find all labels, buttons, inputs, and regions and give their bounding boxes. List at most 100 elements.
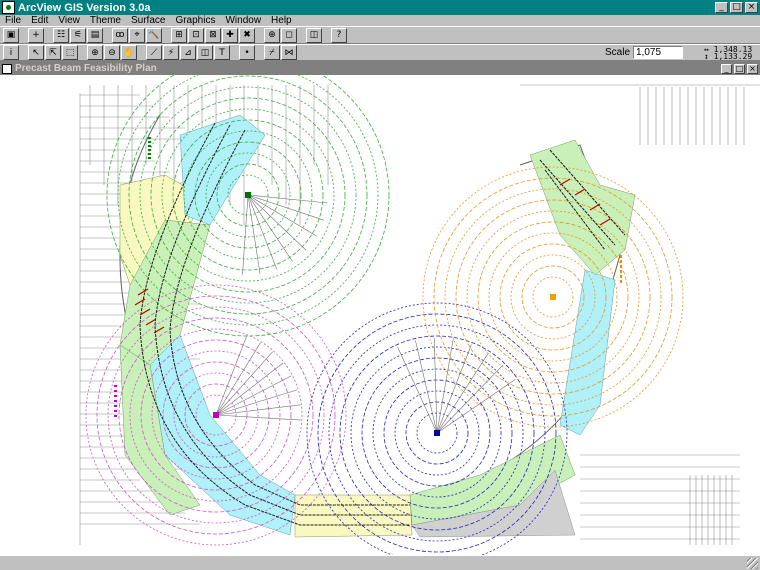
- crane-magenta-marker-icon: [213, 412, 219, 418]
- measure-icon: ⟋: [150, 47, 158, 58]
- zoom-in-icon: ✚: [226, 30, 234, 40]
- zoom-active-button[interactable]: ⊡: [188, 27, 204, 43]
- identify-icon: i: [9, 47, 13, 58]
- pile-dot: [620, 260, 622, 263]
- sweep-line: [415, 340, 438, 434]
- menu-edit[interactable]: Edit: [26, 15, 53, 26]
- measure-tool[interactable]: ⟋: [146, 45, 162, 60]
- app-minimize-button[interactable]: _: [715, 2, 728, 13]
- snap-tool[interactable]: ⋈: [281, 45, 297, 60]
- crane-green-marker-icon: [245, 192, 251, 198]
- app-titlebar: ArcView GIS Version 3.0a _ □ ×: [0, 0, 760, 15]
- sweep-line: [247, 194, 317, 237]
- sweep-line: [247, 194, 278, 270]
- pile-dot: [620, 280, 622, 283]
- sweep-line: [242, 194, 249, 275]
- pile-dot: [148, 153, 151, 155]
- save-project-button[interactable]: ▣: [3, 27, 19, 43]
- binoculars-icon: ꝏ: [115, 30, 125, 40]
- pile-dot: [114, 410, 117, 412]
- app-maximize-button[interactable]: □: [730, 2, 743, 13]
- status-bar: [0, 555, 760, 570]
- tool-bar: i ↖ ⇱ ⬚ ⊕ ⊖ ✋ ⟋ ⚡ ⊿ ◫ T • ⌿ ⋈ Scale 1: 1,075 ↔ 1,348.1…: [0, 44, 760, 61]
- pile-dot: [148, 137, 151, 139]
- sweep-line: [247, 194, 307, 251]
- help-button[interactable]: ?: [331, 27, 347, 43]
- edit-legend-button[interactable]: ⚟: [70, 27, 86, 43]
- select-features-button[interactable]: ⊕: [264, 27, 280, 43]
- text-tool[interactable]: T: [214, 45, 230, 60]
- locate-button[interactable]: ⌖: [129, 27, 145, 43]
- previous-extent-button[interactable]: ◫: [306, 27, 322, 43]
- help-cursor-icon: ?: [336, 30, 342, 40]
- menu-window[interactable]: Window: [220, 15, 266, 26]
- menu-help[interactable]: Help: [266, 15, 297, 26]
- select-feature-tool[interactable]: ⬚: [62, 45, 78, 60]
- zoom-out-button[interactable]: ✖: [239, 27, 255, 43]
- pile-dot: [620, 255, 622, 258]
- find-button[interactable]: ꝏ: [112, 27, 128, 43]
- menu-graphics[interactable]: Graphics: [170, 15, 220, 26]
- area-of-interest-tool[interactable]: ⊿: [180, 45, 196, 60]
- magnify-minus-icon: ⊖: [108, 47, 116, 58]
- sweep-line: [215, 351, 273, 416]
- add-theme-button[interactable]: +: [28, 27, 44, 43]
- view-window-icon[interactable]: [2, 63, 12, 74]
- area-icon: ⊿: [184, 47, 192, 58]
- scale-input[interactable]: 1,075: [633, 46, 683, 59]
- vertex-edit-tool[interactable]: ⇱: [45, 45, 61, 60]
- open-table-button[interactable]: ▤: [87, 27, 103, 43]
- label-tool[interactable]: ◫: [197, 45, 213, 60]
- pile-dot: [114, 415, 117, 417]
- app-close-button[interactable]: ×: [745, 2, 758, 13]
- pile-dot: [620, 275, 622, 278]
- vertex-icon: ⇱: [49, 47, 57, 58]
- view-maximize-button[interactable]: □: [734, 63, 745, 74]
- menu-bar: File Edit View Theme Surface Graphics Wi…: [0, 15, 760, 26]
- resize-grip-icon[interactable]: [747, 558, 758, 569]
- green-pile-dots: [148, 137, 151, 159]
- crane-orange-marker-icon: [550, 294, 556, 300]
- view-minimize-button[interactable]: _: [721, 63, 732, 74]
- sweep-line: [433, 338, 438, 434]
- zoom-in-button[interactable]: ✚: [222, 27, 238, 43]
- clear-selection-button[interactable]: ◻: [281, 27, 297, 43]
- pile-dot: [114, 400, 117, 402]
- zoom-selected-button[interactable]: ⊠: [205, 27, 221, 43]
- view-close-button[interactable]: ×: [747, 63, 758, 74]
- query-icon: 🔨: [148, 30, 160, 40]
- sweep-line: [215, 414, 301, 421]
- zoom-active-icon: ⊡: [192, 30, 200, 40]
- pile-dot: [114, 390, 117, 392]
- hotlink-tool[interactable]: ⚡: [163, 45, 179, 60]
- back-icon: ◫: [309, 30, 319, 40]
- add-icon: +: [32, 30, 40, 40]
- identify-tool[interactable]: i: [3, 45, 19, 60]
- pile-dot: [148, 141, 151, 143]
- zoom-in-tool[interactable]: ⊕: [87, 45, 103, 60]
- sweep-line: [215, 342, 261, 416]
- zoom-out-icon: ✖: [243, 30, 251, 40]
- menu-theme[interactable]: Theme: [85, 15, 126, 26]
- menu-surface[interactable]: Surface: [126, 15, 170, 26]
- zoom-out-tool[interactable]: ⊖: [104, 45, 120, 60]
- pointer-tool[interactable]: ↖: [28, 45, 44, 60]
- draw-point-tool[interactable]: •: [239, 45, 255, 60]
- query-button[interactable]: 🔨: [146, 27, 162, 43]
- map-canvas[interactable]: [0, 75, 760, 556]
- legend-icon: ⚟: [73, 30, 83, 40]
- save-icon: ▣: [6, 30, 16, 40]
- menu-file[interactable]: File: [0, 15, 26, 26]
- crane-blue-marker-icon: [434, 430, 440, 436]
- zoom-full-button[interactable]: ⊞: [171, 27, 187, 43]
- clear-icon: ◻: [285, 30, 293, 40]
- app-title: ArcView GIS Version 3.0a: [18, 1, 151, 14]
- menu-view[interactable]: View: [53, 15, 85, 26]
- draw-line-tool[interactable]: ⌿: [264, 45, 280, 60]
- pile-dot: [114, 385, 117, 387]
- coordinate-readout: ↔ 1,348.13 ↕ 1,133.29: [704, 46, 752, 61]
- pan-tool[interactable]: ✋: [121, 45, 137, 60]
- arcview-app-icon[interactable]: [2, 1, 15, 14]
- select-arrow-icon: ⬚: [65, 47, 75, 58]
- theme-properties-button[interactable]: ☷: [53, 27, 69, 43]
